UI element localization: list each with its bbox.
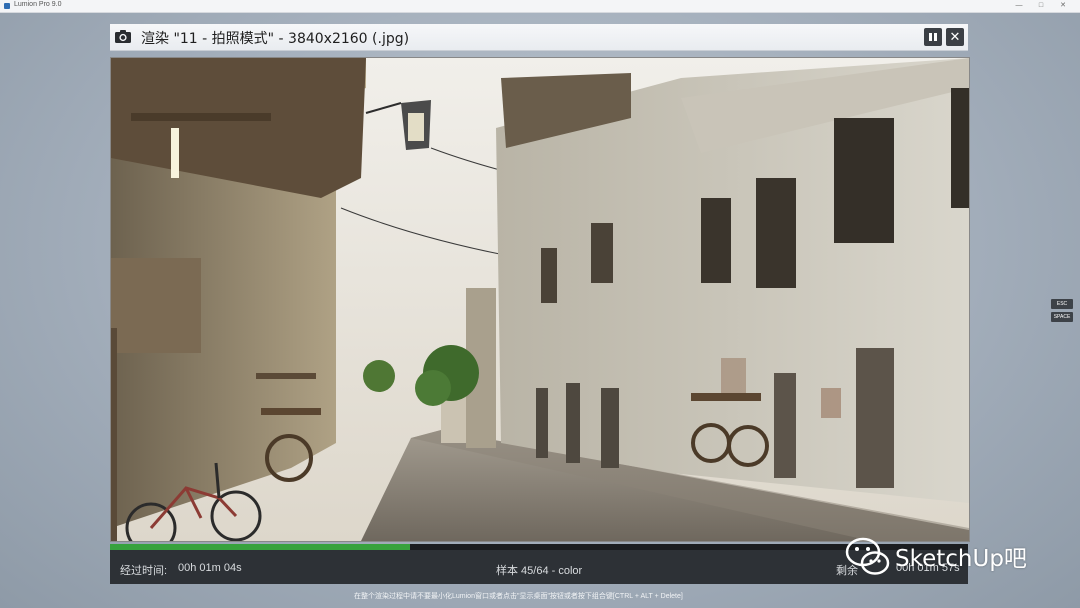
render-warning-hint: 在整个渲染过程中请不要最小化Lumion窗口或者点击"显示桌面"按钮或者按下组合… (354, 593, 683, 600)
pause-button[interactable] (924, 28, 942, 46)
os-title-bar: Lumion Pro 9.0 — □ ✕ (0, 0, 1080, 13)
render-dialog-header: 渲染 "11 - 拍照模式" - 3840x2160 (.jpg) ✕ (110, 24, 968, 51)
pause-icon (929, 33, 937, 41)
os-window-title: Lumion Pro 9.0 (14, 1, 62, 8)
render-preview-image (110, 57, 970, 542)
street-scene-illustration (111, 58, 969, 541)
render-dialog-title: 渲染 "11 - 拍照模式" - 3840x2160 (.jpg) (141, 31, 410, 47)
maximize-button[interactable]: □ (1030, 0, 1052, 12)
wechat-icon (845, 537, 890, 575)
os-close-button[interactable]: ✕ (1052, 0, 1074, 12)
render-status-panel: 经过时间: 00h 01m 04s 样本 45/64 - color 剩余 00… (110, 544, 968, 584)
close-icon: ✕ (949, 29, 961, 44)
close-button[interactable]: ✕ (946, 28, 964, 46)
render-progress-fill (110, 544, 411, 550)
watermark-text: SketchUp吧 (895, 546, 1027, 572)
lumion-app-icon (4, 3, 10, 9)
os-window-controls: — □ ✕ (1008, 0, 1074, 12)
space-shortcut-badge[interactable]: SPACE (1051, 312, 1073, 322)
camera-icon (115, 30, 131, 43)
sample-progress-text: 样本 45/64 - color (496, 565, 583, 577)
render-progress-bar (110, 544, 968, 550)
elapsed-time-value: 00h 01m 04s (178, 562, 242, 574)
elapsed-time-label: 经过时间: (120, 565, 168, 577)
minimize-button[interactable]: — (1008, 0, 1030, 12)
esc-shortcut-badge[interactable]: ESC (1051, 299, 1073, 309)
watermark: SketchUp吧 (845, 534, 1027, 578)
